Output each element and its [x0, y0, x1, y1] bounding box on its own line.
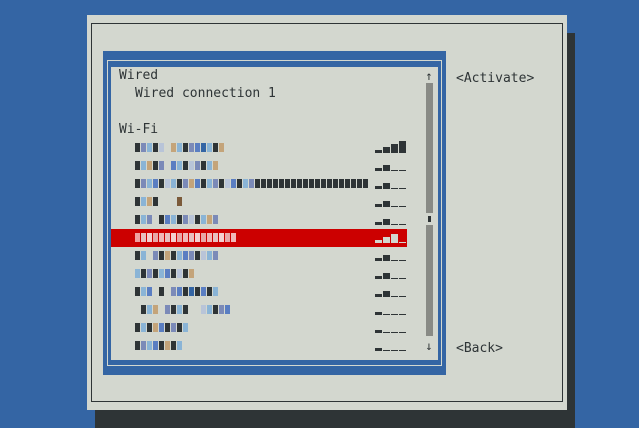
wifi-network-item[interactable]	[111, 301, 407, 319]
signal-bar	[391, 332, 398, 333]
signal-bar	[383, 291, 390, 297]
signal-strength-icon	[375, 321, 407, 335]
wifi-network-item[interactable]	[111, 211, 407, 229]
signal-strength-icon	[375, 285, 407, 299]
signal-bar	[375, 168, 382, 171]
connection-list[interactable]: Wired Wired connection 1 Wi-Fi ↑ ↓	[111, 67, 438, 360]
signal-bar	[383, 255, 390, 261]
signal-bar	[391, 170, 398, 171]
signal-strength-icon	[375, 249, 407, 263]
signal-bar	[375, 276, 382, 279]
signal-bar	[391, 224, 398, 225]
signal-strength-icon	[375, 159, 407, 173]
scroll-track[interactable]	[426, 83, 433, 336]
signal-bar	[375, 258, 382, 261]
wired-connection-item[interactable]: Wired connection 1	[135, 85, 276, 103]
signal-bar	[383, 332, 390, 333]
signal-bar	[375, 150, 382, 153]
wifi-network-item[interactable]	[111, 157, 407, 175]
signal-bar	[391, 350, 398, 351]
signal-bar	[399, 260, 406, 261]
scroll-down-arrow-icon[interactable]: ↓	[424, 339, 434, 353]
signal-bar	[391, 278, 398, 279]
back-button[interactable]: <Back>	[456, 340, 503, 358]
wifi-ssid-redacted	[135, 305, 230, 315]
signal-bar	[383, 350, 390, 351]
signal-bar	[391, 188, 398, 189]
wifi-network-item[interactable]	[111, 265, 407, 283]
list-scrollbar[interactable]: ↑ ↓	[423, 67, 435, 360]
signal-bar	[399, 224, 406, 225]
wifi-network-item[interactable]	[111, 193, 407, 211]
signal-bar	[391, 144, 398, 153]
signal-strength-icon	[375, 213, 407, 227]
signal-bar	[391, 206, 398, 207]
wifi-ssid-redacted	[135, 341, 182, 351]
signal-bar	[391, 296, 398, 297]
signal-bar	[399, 314, 406, 315]
wifi-ssid-redacted	[135, 197, 182, 207]
signal-strength-icon	[375, 231, 407, 245]
wifi-ssid-redacted	[135, 215, 218, 225]
wifi-ssid-redacted	[135, 287, 218, 297]
signal-bar	[383, 183, 390, 189]
section-wifi-label: Wi-Fi	[119, 122, 159, 137]
wifi-network-item[interactable]	[111, 229, 407, 247]
signal-strength-icon	[375, 303, 407, 317]
signal-bar	[391, 260, 398, 261]
signal-bar	[375, 240, 382, 243]
signal-bar	[399, 188, 406, 189]
signal-bar	[383, 314, 390, 315]
wifi-network-item[interactable]	[111, 175, 407, 193]
scroll-up-arrow-icon[interactable]: ↑	[424, 69, 434, 83]
signal-bar	[383, 219, 390, 225]
signal-bar	[375, 294, 382, 297]
signal-bar	[383, 273, 390, 279]
signal-bar	[383, 201, 390, 207]
wifi-ssid-redacted	[135, 251, 218, 261]
signal-bar	[391, 234, 398, 243]
wifi-ssid-redacted	[135, 233, 236, 243]
signal-bar	[399, 278, 406, 279]
wifi-ssid-redacted	[135, 143, 224, 153]
signal-strength-icon	[375, 339, 407, 353]
signal-bar	[399, 141, 406, 153]
signal-bar	[375, 222, 382, 225]
signal-bar	[375, 204, 382, 207]
wifi-network-item[interactable]	[111, 139, 407, 157]
signal-bar	[399, 296, 406, 297]
wifi-network-item[interactable]	[111, 337, 407, 355]
wifi-network-item[interactable]	[111, 283, 407, 301]
signal-bar	[375, 186, 382, 189]
signal-bar	[375, 330, 382, 333]
wifi-ssid-redacted	[135, 179, 368, 189]
signal-bar	[375, 312, 382, 315]
wifi-ssid-redacted	[135, 323, 188, 333]
activate-button[interactable]: <Activate>	[456, 70, 534, 88]
wifi-network-item[interactable]	[111, 319, 407, 337]
wifi-ssid-redacted	[135, 161, 218, 171]
section-wired-label: Wired	[119, 68, 159, 83]
scroll-thumb[interactable]	[426, 213, 433, 225]
signal-bar	[399, 206, 406, 207]
signal-bar	[399, 170, 406, 171]
signal-bar	[399, 350, 406, 351]
wifi-network-item[interactable]	[111, 247, 407, 265]
signal-bar	[383, 147, 390, 153]
wifi-ssid-redacted	[135, 269, 194, 279]
signal-bar	[399, 242, 406, 243]
signal-bar	[399, 332, 406, 333]
nmtui-dialog: Wired Wired connection 1 Wi-Fi ↑ ↓ <Acti…	[87, 15, 567, 410]
signal-strength-icon	[375, 141, 407, 155]
signal-bar	[383, 237, 390, 243]
signal-bar	[383, 165, 390, 171]
signal-bar	[375, 348, 382, 351]
connection-list-frame: Wired Wired connection 1 Wi-Fi ↑ ↓	[103, 51, 446, 375]
signal-strength-icon	[375, 267, 407, 281]
signal-bar	[391, 314, 398, 315]
signal-strength-icon	[375, 177, 407, 191]
signal-strength-icon	[375, 195, 407, 209]
